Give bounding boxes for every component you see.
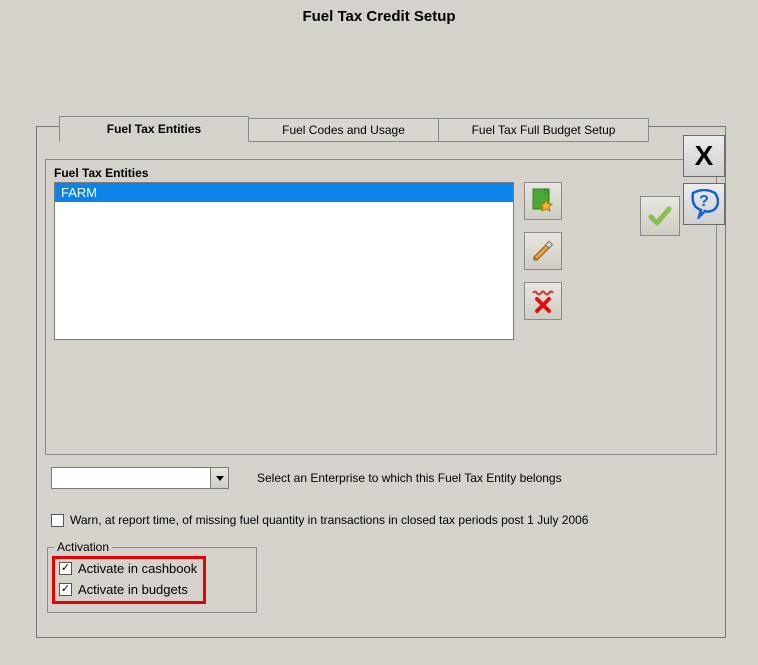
tab-fuel-tax-entities[interactable]: Fuel Tax Entities	[59, 116, 249, 142]
check-icon	[647, 203, 673, 229]
close-icon: X	[695, 140, 714, 172]
tab-row: Fuel Tax Entities Fuel Codes and Usage F…	[59, 118, 649, 144]
close-button[interactable]: X	[683, 135, 725, 177]
help-button[interactable]: ?	[683, 183, 725, 225]
tab-label: Fuel Tax Entities	[107, 122, 201, 136]
edit-entity-button[interactable]	[524, 232, 562, 270]
activation-fieldset: Activation Activate in cashbook Activate…	[47, 547, 257, 613]
entity-action-buttons	[524, 182, 562, 320]
activate-budgets-checkbox[interactable]	[59, 583, 72, 596]
activate-cashbook-label: Activate in cashbook	[78, 561, 197, 576]
pencil-icon	[531, 239, 555, 263]
tab-label: Fuel Tax Full Budget Setup	[472, 123, 616, 137]
chevron-down-icon	[215, 473, 225, 483]
tab-label: Fuel Codes and Usage	[282, 123, 405, 137]
help-icon: ?	[689, 189, 719, 219]
activate-budgets-label: Activate in budgets	[78, 582, 188, 597]
combobox-dropdown-btn[interactable]	[210, 468, 228, 488]
page-title: Fuel Tax Credit Setup	[0, 0, 758, 25]
delete-entity-button[interactable]	[524, 282, 562, 320]
add-page-icon	[532, 188, 554, 214]
entities-listbox[interactable]: FARM	[54, 182, 514, 340]
activation-legend: Activation	[54, 540, 112, 554]
enterprise-row: Select an Enterprise to which this Fuel …	[51, 467, 562, 489]
delete-x-icon	[531, 289, 555, 313]
warn-checkbox[interactable]	[51, 514, 64, 527]
tab-fuel-tax-full-budget-setup[interactable]: Fuel Tax Full Budget Setup	[439, 118, 649, 142]
list-item[interactable]: FARM	[55, 183, 513, 202]
entities-heading: Fuel Tax Entities	[54, 166, 148, 180]
enterprise-combobox[interactable]	[51, 467, 229, 489]
warn-row: Warn, at report time, of missing fuel qu…	[51, 513, 588, 527]
enterprise-hint: Select an Enterprise to which this Fuel …	[257, 471, 562, 485]
entities-panel: Fuel Tax Entities FARM	[45, 159, 717, 455]
ok-button[interactable]	[640, 196, 680, 236]
main-panel: Fuel Tax Entities Fuel Codes and Usage F…	[36, 126, 726, 638]
svg-text:?: ?	[699, 193, 709, 210]
tab-fuel-codes-usage[interactable]: Fuel Codes and Usage	[249, 118, 439, 142]
add-entity-button[interactable]	[524, 182, 562, 220]
activate-cashbook-checkbox[interactable]	[59, 562, 72, 575]
activation-highlight: Activate in cashbook Activate in budgets	[52, 556, 206, 604]
warn-label: Warn, at report time, of missing fuel qu…	[70, 513, 588, 527]
